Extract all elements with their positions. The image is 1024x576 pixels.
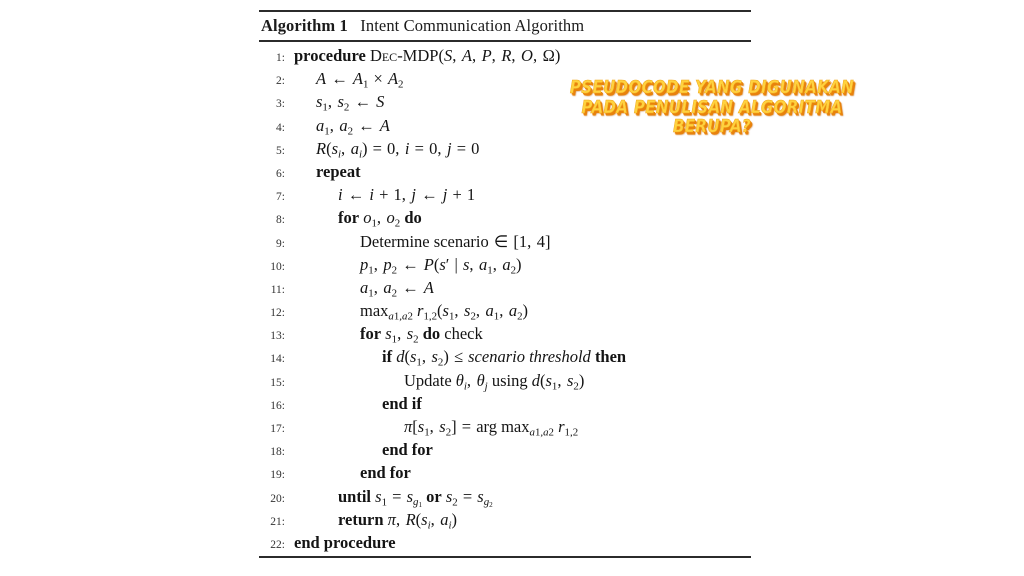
line-code: end procedure [294,532,396,552]
algorithm-line: 2 A ← A1 × A2 [259,69,751,92]
line-number: 6 [259,168,285,180]
line-code: for s1, s2 do check [360,324,483,346]
line-code: end for [382,440,433,460]
algorithm-line: 11 a1, a2 ← A [259,278,751,301]
line-code: a1, a2 ← A [316,115,390,137]
line-number: 3 [259,98,285,110]
line-code: π[s1, s2] = arg maxa1,a2 r1,2 [404,417,579,439]
algorithm-line: 1 procedure Dec-MDP(S, A, P, R, O, Ω) [259,46,751,69]
algorithm-figure: Algorithm 1 Intent Communication Algorit… [259,10,751,559]
algorithm-label: Algorithm 1 [261,16,348,36]
algorithm-line: 20 until s1 = sg1 or s2 = sg2 [259,487,751,510]
line-code: end if [382,393,422,413]
line-number: 14 [259,353,285,365]
line-code: return π, R(si, ai) [338,509,458,532]
line-code: for o1, o2 do [338,208,422,230]
line-number: 21 [259,516,285,528]
line-number: 10 [259,261,285,273]
algorithm-line: 15 Update θi, θj using d(s1, s2) [259,371,751,394]
line-number: 22 [259,539,285,551]
line-number: 7 [259,191,285,203]
algorithm-line: 10 p1, p2 ← P(s′ | s, a1, a2) [259,255,751,278]
algorithm-line: 8 for o1, o2 do [259,208,751,231]
algorithm-title: Algorithm 1 Intent Communication Algorit… [259,12,751,40]
line-code: p1, p2 ← P(s′ | s, a1, a2) [360,254,522,276]
algorithm-line: 16 end if [259,394,751,417]
line-number: 15 [259,377,285,389]
algorithm-line: 19 end for [259,463,751,486]
line-code: A ← A1 × A2 [316,69,404,91]
algorithm-line: 17 π[s1, s2] = arg maxa1,a2 r1,2 [259,417,751,440]
algorithm-line: 18 end for [259,440,751,463]
line-code: R(si, ai) = 0, i = 0, j = 0 [316,138,480,161]
line-number: 8 [259,214,285,226]
line-code: repeat [316,161,361,181]
algorithm-line: 22 end procedure [259,533,751,556]
line-code: s1, s2 ← S [316,92,385,114]
line-number: 1 [259,52,285,64]
algorithm-line: 13 for s1, s2 do check [259,324,751,347]
line-number: 13 [259,330,285,342]
line-number: 5 [259,145,285,157]
algorithm-title-text: Intent Communication Algorithm [360,16,585,36]
line-number: 18 [259,446,285,458]
line-code: until s1 = sg1 or s2 = sg2 [338,486,493,510]
line-number: 4 [259,122,285,134]
line-code: a1, a2 ← A [360,277,434,300]
algorithm-line: 5 R(si, ai) = 0, i = 0, j = 0 [259,139,751,162]
line-number: 16 [259,400,285,412]
algorithm-line: 21 return π, R(si, ai) [259,510,751,533]
line-number: 2 [259,75,285,87]
algorithm-body: 1 procedure Dec-MDP(S, A, P, R, O, Ω) 2 … [259,42,751,556]
line-number: 20 [259,493,285,505]
algorithm-line: 6 repeat [259,162,751,185]
algorithm-line: 4 a1, a2 ← A [259,116,751,139]
algorithm-line: 14 if d(s1, s2) ≤ scenario threshold the… [259,347,751,370]
line-number: 11 [259,284,285,296]
line-number: 12 [259,307,285,319]
line-code: maxa1,a2 r1,2(s1, s2, a1, a2) [360,301,529,323]
line-code: end for [360,463,411,483]
line-code: Determine scenario ∈ [1, 4] [360,231,551,251]
algorithm-line: 12 maxa1,a2 r1,2(s1, s2, a1, a2) [259,301,751,324]
algorithm-line: 3 s1, s2 ← S [259,92,751,115]
line-code: procedure Dec-MDP(S, A, P, R, O, Ω) [294,46,561,66]
line-code: i ← i + 1, j ← j + 1 [338,185,476,205]
algorithm-line: 9 Determine scenario ∈ [1, 4] [259,232,751,255]
line-number: 17 [259,423,285,435]
line-number: 19 [259,469,285,481]
screenshot-stage: Algorithm 1 Intent Communication Algorit… [0,0,1024,576]
line-code: if d(s1, s2) ≤ scenario threshold then [382,347,627,369]
line-code: Update θi, θj using d(s1, s2) [404,370,585,392]
algorithm-line: 7 i ← i + 1, j ← j + 1 [259,185,751,208]
line-number: 9 [259,238,285,250]
figure-bottom-rule [259,556,751,559]
